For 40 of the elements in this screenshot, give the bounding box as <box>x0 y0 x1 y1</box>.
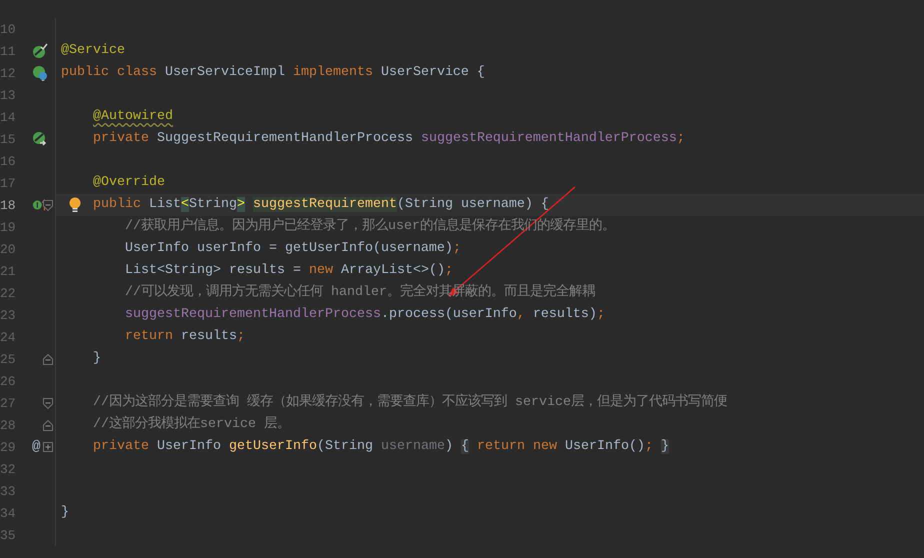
code-line: return results; <box>125 328 245 346</box>
line-number: 25 <box>0 352 17 366</box>
code-line: @Override <box>93 174 165 192</box>
line-number: 23 <box>0 308 17 322</box>
code-line: UserInfo userInfo = getUserInfo(username); <box>125 240 461 258</box>
code-line: @Service <box>61 42 125 60</box>
line-number: 20 <box>0 242 17 256</box>
code-line: } <box>93 350 101 368</box>
code-line: } <box>61 504 69 522</box>
line-number: 18 <box>0 198 17 212</box>
code-line: private UserInfo getUserInfo(String username) { return new UserInfo(); } <box>93 438 669 456</box>
line-number: 24 <box>0 330 17 344</box>
line-number: 34 <box>0 506 17 520</box>
code-line: private SuggestRequirementHandlerProcess suggestRequirementHandlerProcess; <box>93 130 685 148</box>
code-line: //这部分我模拟在service 层。 <box>93 416 290 434</box>
code-line: public List<String> suggestRequirement(String username) { <box>93 196 549 214</box>
line-number: 14 <box>0 110 17 124</box>
line-number: 16 <box>0 154 17 168</box>
line-number: 10 <box>0 22 17 36</box>
implementation-marker[interactable]: @ <box>32 439 40 455</box>
code-line: //因为这部分是需要查询 缓存（如果缓存没有，需要查库）不应该写到 service层，但是为了代码书写简便 <box>93 394 727 412</box>
code-line: @Autowired <box>93 108 173 126</box>
line-number: 26 <box>0 374 17 388</box>
line-number: 28 <box>0 418 17 432</box>
code-line: public class UserServiceImpl implements UserService { <box>61 64 485 82</box>
line-number: 33 <box>0 484 17 498</box>
line-number: 12 <box>0 66 17 80</box>
line-number: 13 <box>0 88 17 102</box>
line-number: 32 <box>0 462 17 476</box>
line-number: 21 <box>0 264 17 278</box>
line-number: 17 <box>0 176 17 190</box>
code-line: suggestRequirementHandlerProcess.process(userInfo, results); <box>125 306 605 324</box>
line-number: 22 <box>0 286 17 300</box>
line-number: 27 <box>0 396 17 410</box>
line-number: 35 <box>0 528 17 542</box>
line-number: 15 <box>0 132 17 146</box>
line-number: 29 <box>0 440 17 454</box>
line-number: 11 <box>0 44 17 58</box>
code-line: List<String> results = new ArrayList<>(); <box>125 262 453 280</box>
line-number: 19 <box>0 220 17 234</box>
